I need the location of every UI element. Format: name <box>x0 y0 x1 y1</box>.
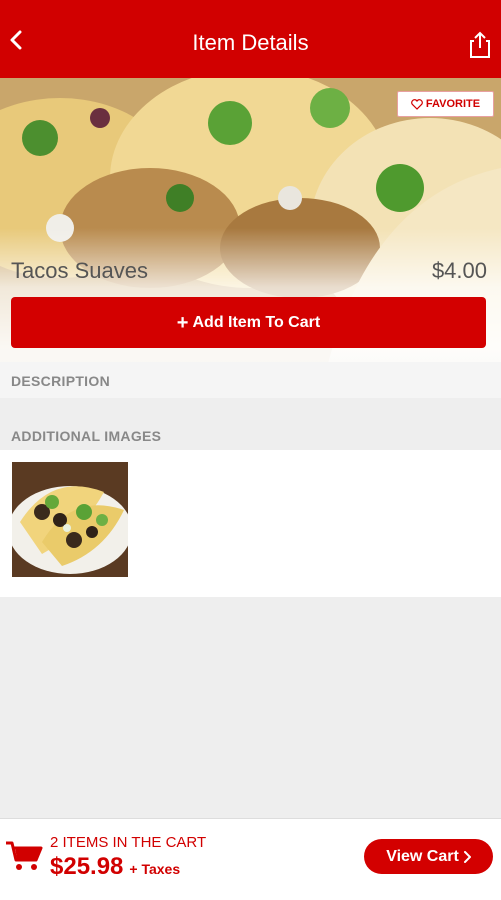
cart-total: $25.98 + Taxes <box>50 853 180 881</box>
additional-images-heading: ADDITIONAL IMAGES <box>11 428 162 444</box>
additional-image-thumbnail[interactable] <box>12 462 128 577</box>
app-header: Item Details <box>0 0 501 78</box>
favorite-button[interactable]: FAVORITE <box>397 91 494 117</box>
description-heading: DESCRIPTION <box>11 373 110 389</box>
item-hero-image <box>0 78 501 398</box>
cart-total-amount: $25.98 <box>50 853 124 880</box>
item-name: Tacos Suaves <box>11 258 148 283</box>
heart-icon <box>411 98 423 110</box>
cart-item-count: 2 ITEMS IN THE CART <box>50 834 207 851</box>
page-title: Item Details <box>192 30 309 55</box>
plus-icon: + <box>176 311 189 334</box>
item-price: $4.00 <box>431 258 487 283</box>
add-to-cart-button[interactable]: + Add Item To Cart <box>11 297 486 348</box>
cart-taxes-note: + Taxes <box>129 861 181 877</box>
add-to-cart-label: Add Item To Cart <box>192 313 321 331</box>
cart-icon[interactable] <box>5 840 43 872</box>
favorite-label: FAVORITE <box>425 98 481 110</box>
share-button[interactable] <box>468 31 492 59</box>
section-divider <box>0 398 501 414</box>
view-cart-label: View Cart <box>386 847 459 865</box>
tacos-thumbnail-photo <box>12 462 128 577</box>
view-cart-button[interactable]: View Cart <box>364 839 493 874</box>
share-icon <box>470 31 490 58</box>
chevron-right-icon <box>463 850 471 863</box>
